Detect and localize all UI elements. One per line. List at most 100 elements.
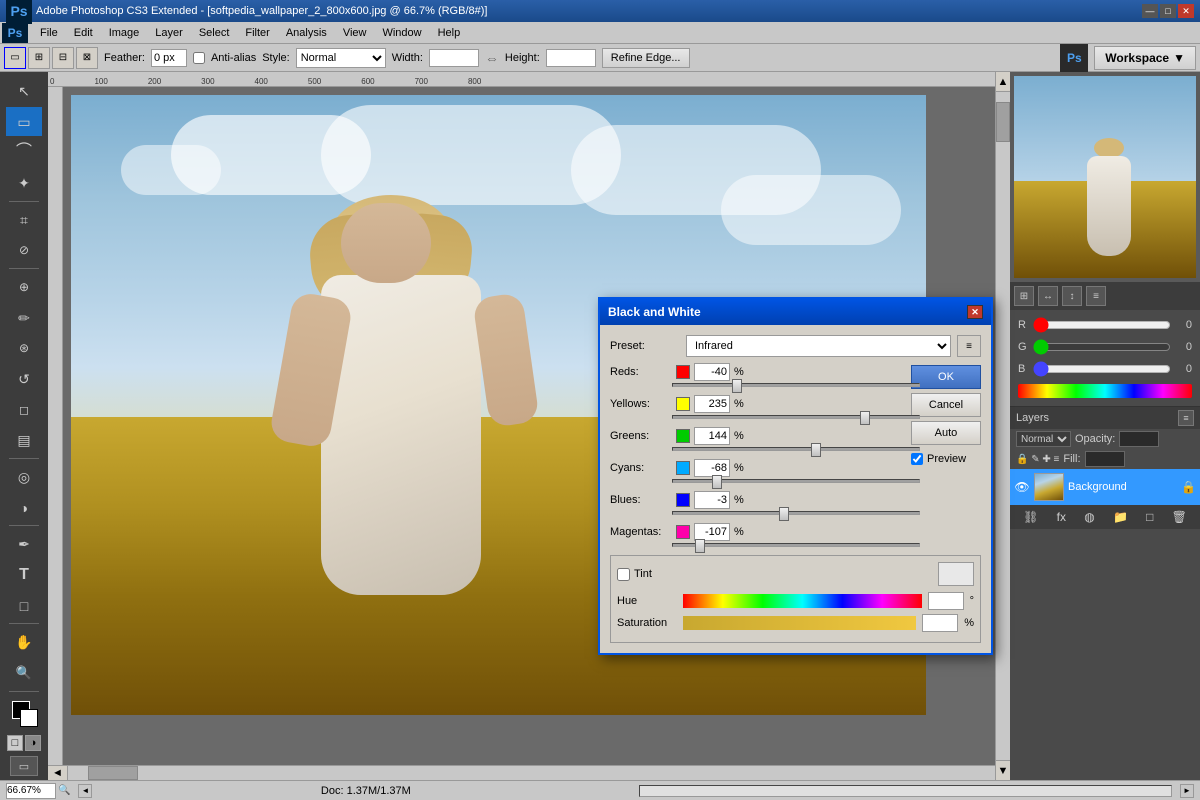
lasso-tool-btn[interactable]: ⌒: [6, 137, 42, 167]
screen-mode-btn[interactable]: ▭: [10, 756, 38, 776]
zoom-input[interactable]: [6, 783, 56, 799]
link-layers-btn[interactable]: ⛓: [1019, 508, 1042, 526]
next-view-btn[interactable]: ►: [1180, 784, 1194, 798]
add-style-btn[interactable]: fx: [1053, 508, 1070, 526]
move-tool-btn[interactable]: ↖: [6, 76, 42, 106]
background-color[interactable]: [20, 709, 38, 727]
saturation-value-input[interactable]: [922, 614, 958, 632]
yellows-slider[interactable]: [672, 415, 920, 419]
new-layer-btn[interactable]: □: [1142, 508, 1157, 526]
swap-icon[interactable]: ⇔: [485, 50, 499, 66]
delete-layer-btn[interactable]: 🗑: [1168, 508, 1191, 526]
refine-edge-button[interactable]: Refine Edge...: [602, 48, 690, 68]
scrollbar-h-status[interactable]: [639, 785, 1172, 797]
brush-btn[interactable]: ✏: [6, 303, 42, 333]
add-selection-btn[interactable]: ⊞: [28, 47, 50, 69]
magic-wand-btn[interactable]: ✦: [6, 168, 42, 198]
saturation-gradient-bar[interactable]: [683, 616, 916, 630]
panel-ctrl-2[interactable]: ↔: [1038, 286, 1058, 306]
menu-select[interactable]: Select: [191, 25, 238, 41]
style-dropdown[interactable]: Normal Fixed Ratio Fixed Size: [296, 48, 386, 68]
history-btn[interactable]: ↺: [6, 364, 42, 394]
scroll-left-btn[interactable]: ◄: [48, 766, 68, 780]
hand-btn[interactable]: ✋: [6, 627, 42, 657]
menu-file[interactable]: File: [32, 25, 66, 41]
reds-slider-thumb[interactable]: [732, 379, 742, 393]
b-slider[interactable]: [1033, 364, 1171, 374]
scroll-down-btn[interactable]: ▼: [996, 760, 1010, 780]
yellows-slider-thumb[interactable]: [860, 411, 870, 425]
g-slider[interactable]: [1033, 342, 1171, 352]
r-slider[interactable]: [1033, 320, 1171, 330]
canvas-scrollbar-horizontal[interactable]: ◄: [48, 765, 995, 780]
blur-btn[interactable]: ◎: [6, 462, 42, 492]
canvas-scrollbar-vertical[interactable]: ▲ ▼: [995, 72, 1010, 780]
reds-value[interactable]: [694, 363, 730, 381]
fill-input[interactable]: 100%: [1085, 451, 1125, 467]
blend-mode-select[interactable]: Normal: [1016, 431, 1071, 447]
scroll-v-thumb[interactable]: [996, 102, 1010, 142]
menu-window[interactable]: Window: [374, 25, 429, 41]
new-group-btn[interactable]: 📁: [1109, 508, 1132, 526]
width-input[interactable]: [429, 49, 479, 67]
menu-filter[interactable]: Filter: [237, 25, 277, 41]
quick-mask-btn[interactable]: ◑: [25, 735, 41, 751]
blues-slider-thumb[interactable]: [779, 507, 789, 521]
tint-swatch[interactable]: [938, 562, 974, 586]
auto-button[interactable]: Auto: [911, 421, 981, 445]
hue-gradient-bar[interactable]: [683, 594, 922, 608]
antialias-checkbox[interactable]: [193, 52, 205, 64]
eraser-btn[interactable]: ◻: [6, 395, 42, 425]
marquee-tool-btn[interactable]: ▭: [6, 107, 42, 137]
preset-select[interactable]: Infrared Default High Contrast Blue Filt…: [686, 335, 951, 357]
healing-btn[interactable]: ⊕: [6, 272, 42, 302]
magentas-slider[interactable]: [672, 543, 920, 547]
greens-slider-thumb[interactable]: [811, 443, 821, 457]
cancel-button[interactable]: Cancel: [911, 393, 981, 417]
greens-value[interactable]: [694, 427, 730, 445]
standard-mode-btn[interactable]: □: [7, 735, 23, 751]
pen-btn[interactable]: ✒: [6, 529, 42, 559]
menu-analysis[interactable]: Analysis: [278, 25, 335, 41]
color-swatches[interactable]: [6, 699, 42, 733]
cyans-slider[interactable]: [672, 479, 920, 483]
dodge-btn[interactable]: ◑: [6, 493, 42, 523]
subtract-selection-btn[interactable]: ⊟: [52, 47, 74, 69]
shape-btn[interactable]: □: [6, 591, 42, 621]
prev-view-btn[interactable]: ◄: [78, 784, 92, 798]
preset-menu-btn[interactable]: ≡: [957, 335, 981, 357]
gradient-btn[interactable]: ▤: [6, 425, 42, 455]
layer-visibility-eye[interactable]: 👁: [1014, 479, 1030, 495]
blues-value[interactable]: [694, 491, 730, 509]
blues-slider[interactable]: [672, 511, 920, 515]
greens-slider[interactable]: [672, 447, 920, 451]
close-button[interactable]: ✕: [1178, 4, 1194, 18]
layer-row-background[interactable]: 👁 Background 🔒: [1010, 469, 1200, 505]
yellows-value[interactable]: [694, 395, 730, 413]
bw-dialog-close-btn[interactable]: ✕: [967, 305, 983, 319]
layers-menu-btn[interactable]: ≡: [1178, 410, 1194, 426]
menu-edit[interactable]: Edit: [66, 25, 101, 41]
magentas-slider-thumb[interactable]: [695, 539, 705, 553]
reds-slider[interactable]: [672, 383, 920, 387]
workspace-button[interactable]: Workspace ▼: [1094, 46, 1196, 70]
scroll-up-btn[interactable]: ▲: [996, 72, 1010, 92]
menu-help[interactable]: Help: [430, 25, 469, 41]
crop-tool-btn[interactable]: ⌗: [6, 205, 42, 235]
ok-button[interactable]: OK: [911, 365, 981, 389]
panel-ctrl-4[interactable]: ≡: [1086, 286, 1106, 306]
clone-btn[interactable]: ⊛: [6, 333, 42, 363]
menu-layer[interactable]: Layer: [147, 25, 191, 41]
cyans-slider-thumb[interactable]: [712, 475, 722, 489]
opacity-input[interactable]: 100%: [1119, 431, 1159, 447]
add-mask-btn[interactable]: ◍: [1080, 508, 1098, 526]
maximize-button[interactable]: □: [1160, 4, 1176, 18]
menu-view[interactable]: View: [335, 25, 375, 41]
tint-checkbox[interactable]: [617, 568, 630, 581]
panel-ctrl-3[interactable]: ↕: [1062, 286, 1082, 306]
type-btn[interactable]: T: [6, 560, 42, 590]
new-selection-btn[interactable]: ▭: [4, 47, 26, 69]
menu-image[interactable]: Image: [101, 25, 148, 41]
preview-checkbox[interactable]: [911, 453, 923, 465]
height-input[interactable]: [546, 49, 596, 67]
